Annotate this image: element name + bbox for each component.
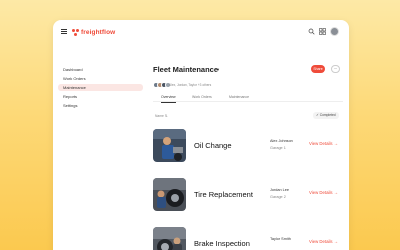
share-button[interactable]: Share xyxy=(311,65,325,73)
task-title: Brake Inspection xyxy=(194,239,250,248)
task-image xyxy=(153,129,186,162)
sidebar-item-maintenance[interactable]: Maintenance xyxy=(58,84,143,91)
sort-arrow-icon: ⇅ xyxy=(164,114,168,118)
view-details-label: View Details xyxy=(309,239,333,244)
task-location: Garage 2 xyxy=(270,195,286,199)
sort-control[interactable]: Name ⇅ xyxy=(155,114,167,118)
collaborator-avatars[interactable] xyxy=(153,82,171,88)
chevron-down-icon[interactable]: ▼ xyxy=(216,67,220,72)
tab-work-orders[interactable]: Work Orders xyxy=(192,93,212,102)
view-details-label: View Details xyxy=(309,141,333,146)
logo[interactable]: freightflow xyxy=(72,27,115,37)
main-content: Fleet Maintenance ▼ Share ··· Alex, Jord… xyxy=(143,44,349,250)
check-icon: ✓ xyxy=(316,113,319,117)
sidebar-item-label: Work Orders xyxy=(63,76,86,81)
more-options-button[interactable]: ··· xyxy=(331,65,340,73)
grid-icon[interactable] xyxy=(319,28,326,35)
view-details-label: View Details xyxy=(309,190,333,195)
arrow-right-icon: → xyxy=(333,141,339,146)
view-details-link[interactable]: View Details → xyxy=(309,239,338,244)
arrow-right-icon: → xyxy=(333,190,339,195)
list-item[interactable]: Oil Change Alex Johnson Garage 1 View De… xyxy=(153,129,343,162)
collaborators-text: Alex, Jordan, Taylor +3 others xyxy=(169,83,212,87)
tab-bar: Overview Work Orders Maintenance xyxy=(153,93,343,103)
tab-maintenance[interactable]: Maintenance xyxy=(229,93,249,102)
sidebar-item-label: Maintenance xyxy=(63,85,86,90)
list-item[interactable]: Brake Inspection Taylor Smith View Detai… xyxy=(153,227,343,250)
status-filter[interactable]: ✓ Completed xyxy=(313,112,339,119)
sidebar-item-reports[interactable]: Reports xyxy=(58,93,143,100)
sidebar-item-dashboard[interactable]: Dashboard xyxy=(58,66,143,73)
page-title: Fleet Maintenance xyxy=(153,65,219,74)
view-details-link[interactable]: View Details → xyxy=(309,141,338,146)
logo-icon xyxy=(72,28,79,36)
task-title: Tire Replacement xyxy=(194,190,253,199)
task-assignee: Jordan Lee xyxy=(270,188,289,192)
task-assignee: Alex Johnson xyxy=(270,139,293,143)
tab-overview[interactable]: Overview xyxy=(161,93,176,103)
task-assignee: Taylor Smith xyxy=(270,237,291,241)
sidebar-item-label: Settings xyxy=(63,103,78,108)
top-bar: freightflow xyxy=(53,20,349,44)
status-filter-label: Completed xyxy=(319,113,336,117)
sidebar-item-settings[interactable]: Settings xyxy=(58,102,143,109)
sort-label: Name xyxy=(155,114,164,118)
task-image xyxy=(153,227,186,250)
logo-text: freightflow xyxy=(81,28,116,36)
sidebar: Dashboard Work Orders Maintenance Report… xyxy=(53,44,143,250)
sidebar-item-label: Dashboard xyxy=(63,67,83,72)
sidebar-item-work-orders[interactable]: Work Orders xyxy=(58,75,143,82)
menu-icon[interactable] xyxy=(61,29,67,34)
search-icon[interactable] xyxy=(308,28,315,35)
sidebar-item-label: Reports xyxy=(63,94,78,99)
view-details-link[interactable]: View Details → xyxy=(309,190,338,195)
user-avatar[interactable] xyxy=(330,27,339,36)
task-location: Garage 1 xyxy=(270,146,286,150)
task-title: Oil Change xyxy=(194,141,232,150)
task-image xyxy=(153,178,186,211)
app-window: freightflow Dashboard Work Orders Mainte… xyxy=(53,20,349,250)
list-item[interactable]: Tire Replacement Jordan Lee Garage 2 Vie… xyxy=(153,178,343,211)
arrow-right-icon: → xyxy=(333,239,339,244)
